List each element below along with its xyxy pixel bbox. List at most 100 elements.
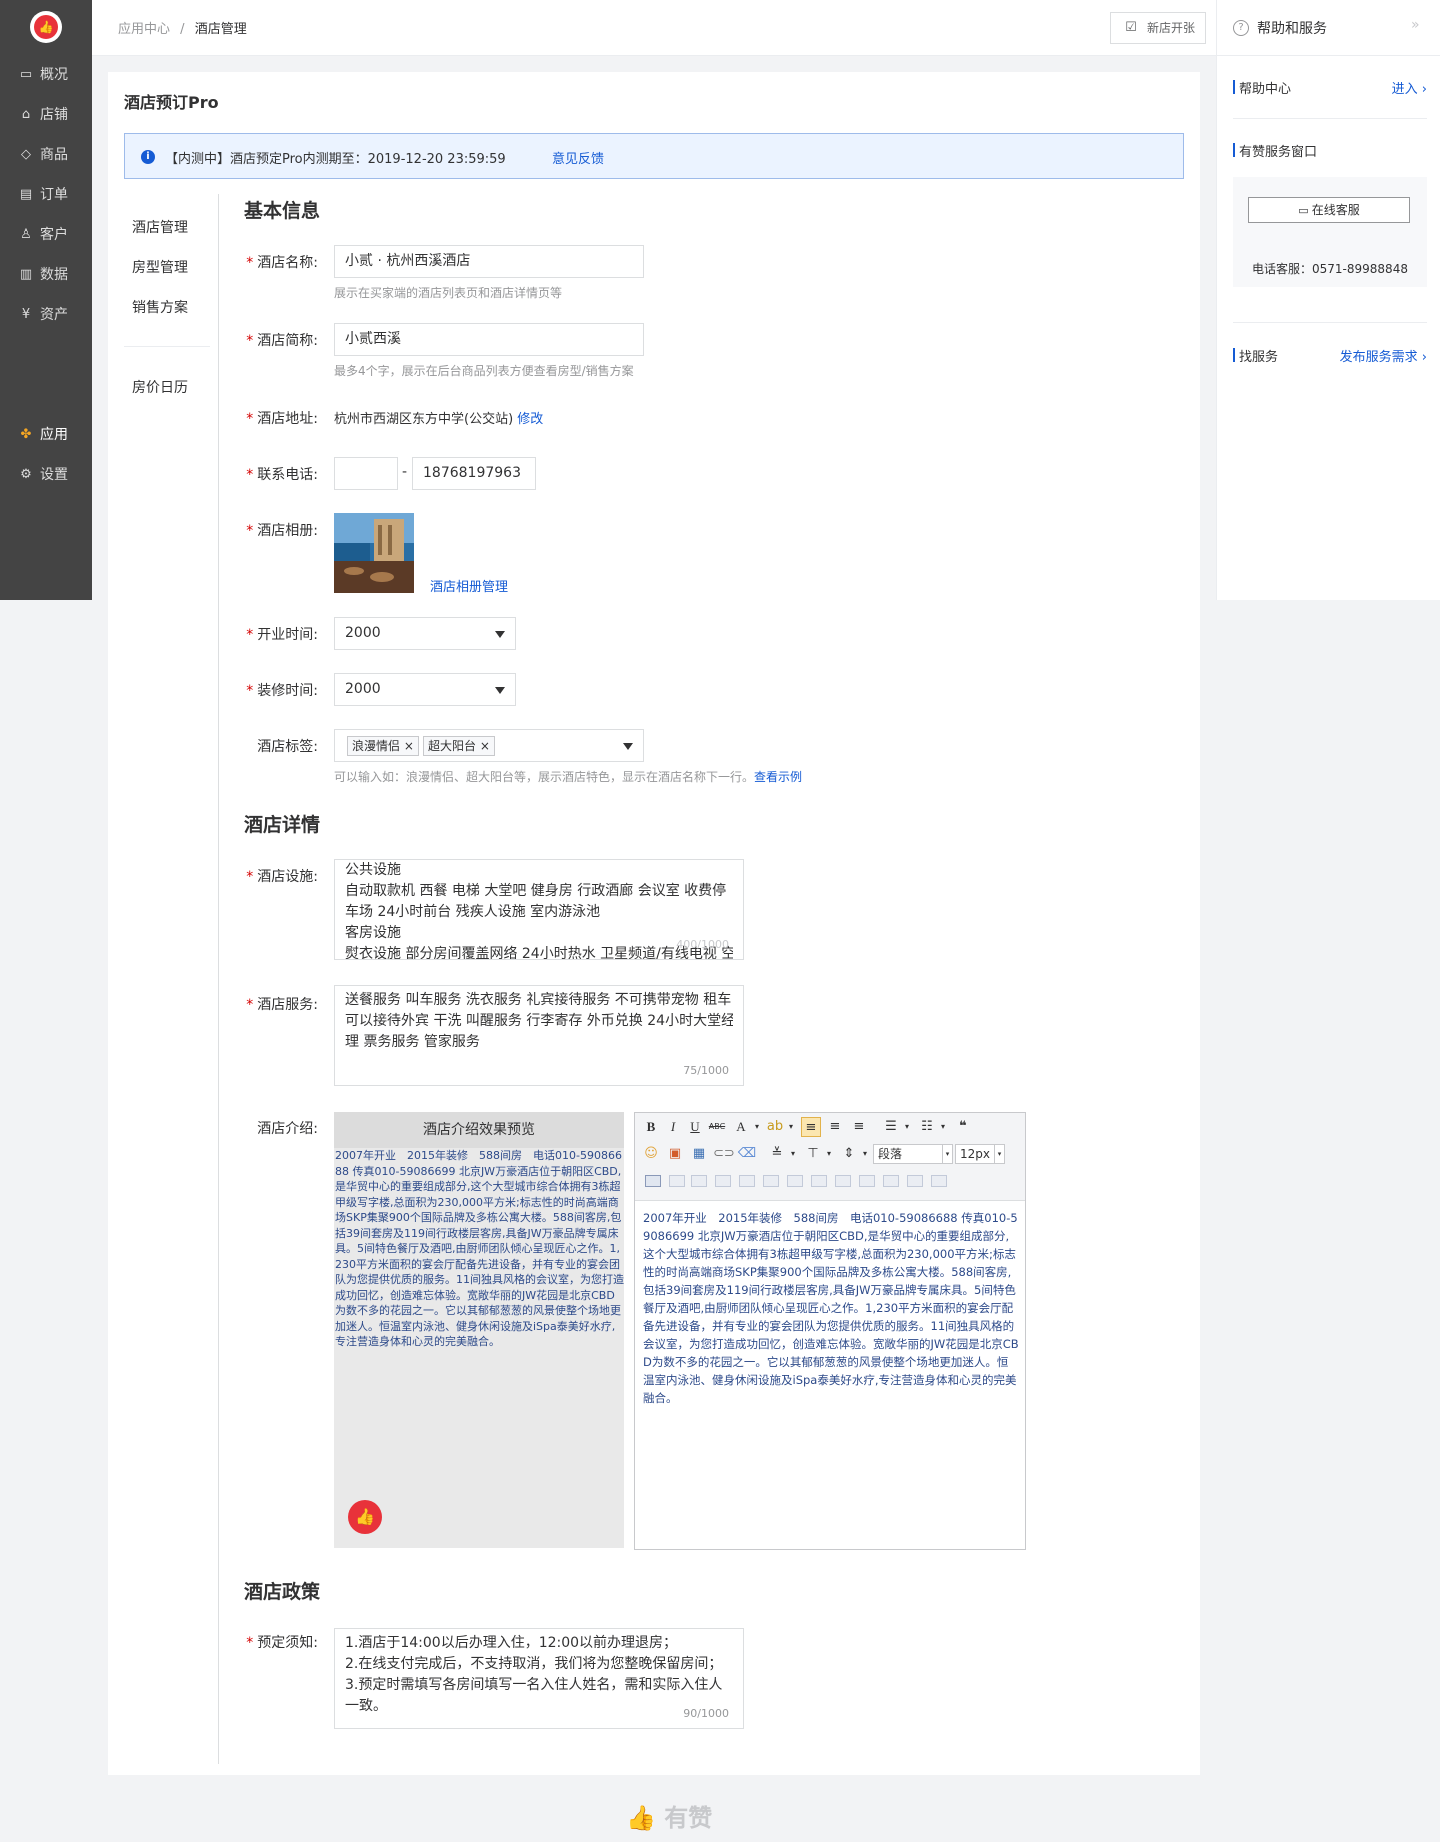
service-window-box: ▭ 在线客服 电话客服：0571-89988848 [1233,177,1427,287]
breadcrumb-parent[interactable]: 应用中心 [118,22,170,37]
sidebar-item-orders[interactable]: ▤ 订单 [0,178,92,212]
strikethrough-button[interactable]: ABC [707,1117,727,1137]
table-tool-icon[interactable] [715,1175,731,1187]
align-center-icon[interactable]: ≡ [825,1117,845,1137]
help-center-link[interactable]: 进入 › [1392,78,1427,97]
close-icon[interactable]: × [480,739,490,753]
table-tool-icon[interactable] [883,1175,899,1187]
facilities-label: * 酒店设施: [246,869,318,885]
new-shop-button[interactable]: ☑ 新店开张 [1110,12,1206,44]
tag-chip: 超大阳台 × [423,736,495,756]
chevron-down-icon[interactable]: ▾ [781,1117,801,1137]
online-service-button[interactable]: ▭ 在线客服 [1248,197,1410,223]
subnav-price-calendar[interactable]: 房价日历 [132,377,188,397]
phone-number-input[interactable]: 18768197963 [412,457,536,490]
publish-service-link[interactable]: 发布服务需求 › [1340,346,1427,365]
chevron-down-icon[interactable]: ▾ [747,1117,767,1137]
thumb-up-icon: 👍 [34,15,58,39]
table-tool-icon[interactable] [669,1175,685,1187]
table-tool-icon[interactable] [907,1175,923,1187]
chevron-down-icon [495,631,505,638]
chevron-down-icon[interactable]: ▾ [819,1144,839,1164]
sidebar-item-label: 应用 [40,427,68,443]
short-name-input[interactable]: 小贰西溪 [334,323,644,356]
gear-icon: ⚙ [20,467,32,482]
subnav-room-type[interactable]: 房型管理 [132,257,188,277]
chevron-down-icon[interactable]: ▾ [855,1144,875,1164]
sidebar-item-settings[interactable]: ⚙ 设置 [0,458,92,492]
chevron-down-icon[interactable]: ▾ [897,1117,917,1137]
phone-area-input[interactable] [334,457,398,490]
shop-logo[interactable]: 👍 [30,11,62,43]
table-tool-icon[interactable] [835,1175,851,1187]
table-tool-icon[interactable] [691,1175,707,1187]
sidebar-item-assets[interactable]: ¥ 资产 [0,298,92,332]
font-size-select[interactable]: 12px ▾ [955,1144,1005,1164]
sidebar-item-goods[interactable]: ◇ 商品 [0,138,92,172]
open-time-select[interactable]: 2000 [334,617,516,650]
sidebar-item-overview[interactable]: ▭ 概况 [0,58,92,92]
insert-table-icon[interactable] [645,1175,661,1187]
breadcrumb: 应用中心 / 酒店管理 [118,18,247,37]
page-title: 酒店预订Pro [124,93,219,112]
chevron-down-icon [623,743,633,750]
intro-label: 酒店介绍: [257,1121,318,1137]
tags-hint: 可以输入如：浪漫情侣、超大阳台等，展示酒店特色，显示在酒店名称下一行。查看示例 [334,770,803,784]
table-tool-icon[interactable] [787,1175,803,1187]
image-icon[interactable]: ▣ [665,1144,685,1164]
paragraph-select[interactable]: 段落 ▾ [873,1144,953,1164]
sidebar-item-store[interactable]: ⌂ 店铺 [0,98,92,132]
sidebar-item-label: 商品 [40,147,68,163]
subnav-sales-plan[interactable]: 销售方案 [132,297,188,317]
user-icon: ♙ [20,227,32,242]
address-value: 杭州市西湖区东方中学(公交站) 修改 [334,412,544,427]
booking-notes-textarea[interactable]: 1.酒店于14:00以后办理入住，12:00以前办理退房； 2.在线支付完成后，… [334,1628,744,1729]
italic-button[interactable]: I [663,1117,683,1137]
emoji-icon[interactable]: ☺ [641,1144,661,1164]
sidebar-item-label: 数据 [40,267,68,283]
renovate-time-select[interactable]: 2000 [334,673,516,706]
quote-icon[interactable]: ❝ [953,1117,973,1137]
tags-select[interactable]: 浪漫情侣 × 超大阳台 × [334,729,644,762]
tag-icon: ◇ [21,147,31,162]
open-time-label: * 开业时间: [246,627,318,643]
services-textarea[interactable]: 送餐服务 叫车服务 洗衣服务 礼宾接待服务 不可携带宠物 租车 可以接待外宾 干… [334,985,744,1086]
booking-notes-label: * 预定须知: [246,1635,318,1651]
booking-notes-count: 90/1000 [683,1707,729,1720]
align-left-icon[interactable]: ≡ [801,1117,821,1137]
hotel-album-thumbnail[interactable] [334,513,414,593]
bold-button[interactable]: B [641,1117,661,1137]
info-icon: i [141,150,155,164]
eraser-icon[interactable]: ⌫ [737,1144,757,1164]
table-tool-icon[interactable] [739,1175,755,1187]
sidebar-item-data[interactable]: ▥ 数据 [0,258,92,292]
sidebar-item-customers[interactable]: ♙ 客户 [0,218,92,252]
edit-address-link[interactable]: 修改 [517,412,543,427]
underline-button[interactable]: U [685,1117,705,1137]
breadcrumb-separator: / [180,22,185,37]
chevron-down-icon[interactable]: ▾ [933,1117,953,1137]
hotel-name-hint: 展示在买家端的酒店列表页和酒店详情页等 [334,286,563,300]
thumb-up-icon[interactable]: 👍 [348,1500,382,1534]
table-tool-icon[interactable] [763,1175,779,1187]
facilities-textarea[interactable]: 公共设施 自动取款机 西餐 电梯 大堂吧 健身房 行政酒廊 会议室 收费停 车场… [334,859,744,960]
table-tool-icon[interactable] [811,1175,827,1187]
video-icon[interactable]: ▦ [689,1144,709,1164]
subnav-hotel[interactable]: 酒店管理 [132,217,188,237]
editor-content[interactable]: 2007年开业 2015年装修 588间房 电话010-59086688 传真0… [635,1201,1025,1407]
view-example-link[interactable]: 查看示例 [754,770,802,784]
sidebar: 👍 ▭ 概况 ⌂ 店铺 ◇ 商品 ▤ 订单 ♙ 客户 ▥ 数据 ¥ 资产 ✤ 应用 ⚙ 设置 [0,0,92,600]
table-tool-icon[interactable] [859,1175,875,1187]
link-icon[interactable]: ⊂⊃ [713,1144,735,1164]
collapse-icon[interactable]: » [1411,17,1420,33]
table-tool-icon[interactable] [931,1175,947,1187]
chevron-down-icon[interactable]: ▾ [783,1144,803,1164]
hotel-name-input[interactable]: 小贰 · 杭州西溪酒店 [334,245,644,278]
store-icon: ⌂ [21,107,31,122]
album-manage-link[interactable]: 酒店相册管理 [430,576,508,595]
close-icon[interactable]: × [404,739,414,753]
feedback-link[interactable]: 意见反馈 [552,148,604,167]
find-service-title: 找服务 [1239,350,1279,365]
sidebar-item-apps[interactable]: ✤ 应用 [0,418,92,452]
align-right-icon[interactable]: ≡ [849,1117,869,1137]
